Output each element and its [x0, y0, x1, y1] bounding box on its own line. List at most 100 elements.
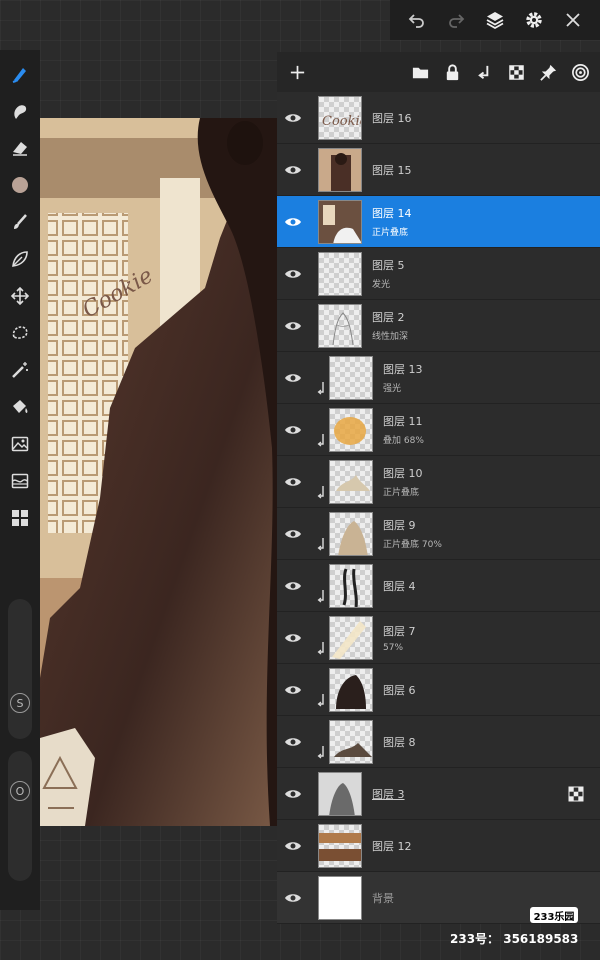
layer-row-3[interactable]: 图层 3	[277, 768, 600, 820]
visibility-eye-icon[interactable]	[277, 632, 309, 644]
leaf-stroke-icon[interactable]	[4, 243, 36, 275]
layer-name: 图层 12	[372, 839, 412, 853]
layer-name: 图层 4	[383, 579, 416, 593]
layer-name: 图层 15	[372, 163, 412, 177]
layer-name: 图层 10	[383, 467, 423, 480]
layer-row-12[interactable]: 图层 12	[277, 820, 600, 872]
visibility-eye-icon[interactable]	[277, 528, 309, 540]
layer-row-10[interactable]: 图层 10 正片叠底	[277, 456, 600, 508]
visibility-eye-icon[interactable]	[277, 736, 309, 748]
artwork-illustration: Cookie	[40, 118, 280, 826]
redo-icon[interactable]	[443, 7, 469, 33]
add-layer-icon[interactable]	[285, 60, 309, 84]
layer-thumbnail	[329, 407, 373, 452]
blend-mode: 强光	[383, 384, 402, 394]
eraser-tool-icon[interactable]	[4, 132, 36, 164]
visibility-eye-icon[interactable]	[277, 840, 309, 852]
layer-name: 图层 2	[372, 311, 405, 324]
layer-row-15[interactable]: 图层 15	[277, 144, 600, 196]
layer-thumbnail	[318, 823, 362, 868]
visibility-eye-icon[interactable]	[277, 216, 309, 228]
tool-bar: S O	[0, 50, 40, 910]
visibility-eye-icon[interactable]	[277, 788, 309, 800]
layer-row-8[interactable]: 图层 8	[277, 716, 600, 768]
lock-icon[interactable]	[440, 60, 464, 84]
visibility-eye-icon[interactable]	[277, 476, 309, 488]
layer-name: 图层 6	[383, 683, 416, 697]
undo-icon[interactable]	[404, 7, 430, 33]
magic-wand-icon[interactable]	[4, 354, 36, 386]
layer-thumbnail	[329, 615, 373, 660]
visibility-eye-icon[interactable]	[277, 268, 309, 280]
layer-name: 图层 11	[383, 415, 423, 428]
settings-gear-icon[interactable]	[521, 7, 547, 33]
layer-thumbnail	[318, 771, 362, 816]
color-swatch[interactable]	[4, 169, 36, 201]
close-icon[interactable]	[560, 7, 586, 33]
artwork-canvas[interactable]: Cookie	[40, 118, 280, 826]
layer-row-11[interactable]: 图层 11 叠加 68%	[277, 404, 600, 456]
layer-row-4[interactable]: 图层 4	[277, 560, 600, 612]
fill-bucket-icon[interactable]	[4, 391, 36, 423]
brush-opacity-slider[interactable]: O	[8, 751, 32, 881]
smudge-tool-icon[interactable]	[4, 95, 36, 127]
layer-name: 图层 13	[383, 363, 423, 376]
brush-opacity-label: O	[10, 781, 30, 801]
filter-icon[interactable]	[4, 465, 36, 497]
layer-thumbnail	[329, 511, 373, 556]
layer-row-2[interactable]: 图层 2 线性加深	[277, 300, 600, 352]
image-adjust-icon[interactable]	[4, 428, 36, 460]
visibility-eye-icon[interactable]	[277, 164, 309, 176]
layer-thumbnail	[318, 303, 362, 348]
layer-row-9[interactable]: 图层 9 正片叠底 70%	[277, 508, 600, 560]
layer-row-16[interactable]: Cookie 图层 16	[277, 92, 600, 144]
watermark-logo: 233乐园	[530, 907, 578, 923]
layer-row-7[interactable]: 图层 7 57%	[277, 612, 600, 664]
visibility-eye-icon[interactable]	[277, 580, 309, 592]
layer-effects-icon[interactable]	[568, 60, 592, 84]
layer-thumbnail	[318, 147, 362, 192]
visibility-eye-icon[interactable]	[277, 320, 309, 332]
checker-transparency-icon[interactable]	[504, 60, 528, 84]
brush-size-slider[interactable]: S	[8, 599, 32, 739]
layer-row-13[interactable]: 图层 13 强光	[277, 352, 600, 404]
visibility-eye-icon[interactable]	[277, 372, 309, 384]
layer-name: 图层 3	[372, 787, 405, 801]
layers-panel-header	[277, 52, 600, 92]
layers-panel: Cookie 图层 16 图层 15 图层 14 正片叠底 图层 5 发光 图层 2…	[277, 52, 600, 924]
visibility-eye-icon[interactable]	[277, 684, 309, 696]
layer-thumbnail	[318, 199, 362, 244]
blend-mode: 正片叠底	[372, 228, 409, 238]
layer-thumbnail	[329, 459, 373, 504]
layer-name: 图层 16	[372, 111, 412, 125]
layer-thumbnail	[329, 667, 373, 712]
layer-thumbnail	[318, 251, 362, 296]
clipping-arrow-icon	[317, 434, 324, 447]
visibility-eye-icon[interactable]	[277, 112, 309, 124]
folder-icon[interactable]	[408, 60, 432, 84]
clipping-mask-icon[interactable]	[472, 60, 496, 84]
paint-brush-icon[interactable]	[4, 206, 36, 238]
visibility-eye-icon[interactable]	[277, 424, 309, 436]
svg-text:Cookie: Cookie	[322, 114, 362, 129]
clipping-arrow-icon	[317, 642, 324, 655]
layer-thumbnail: Cookie	[318, 95, 362, 140]
layer-opacity: 57%	[383, 642, 404, 653]
layer-row-5[interactable]: 图层 5 发光	[277, 248, 600, 300]
layer-thumbnail	[318, 875, 362, 920]
blend-mode: 叠加 68%	[383, 436, 424, 446]
layers-icon[interactable]	[482, 7, 508, 33]
transform-move-icon[interactable]	[4, 280, 36, 312]
blend-mode: 线性加深	[372, 332, 409, 342]
checker-badge-icon	[568, 786, 584, 802]
blend-mode: 正片叠底 70%	[383, 540, 442, 550]
brush-tool-icon[interactable]	[4, 58, 36, 90]
layer-row-14[interactable]: 图层 14 正片叠底	[277, 196, 600, 248]
materials-grid-icon[interactable]	[4, 502, 36, 534]
clipping-arrow-icon	[317, 486, 324, 499]
layer-row-6[interactable]: 图层 6	[277, 664, 600, 716]
lasso-select-icon[interactable]	[4, 317, 36, 349]
layer-name: 背景	[372, 891, 394, 905]
pin-icon[interactable]	[536, 60, 560, 84]
visibility-eye-icon[interactable]	[277, 892, 309, 904]
